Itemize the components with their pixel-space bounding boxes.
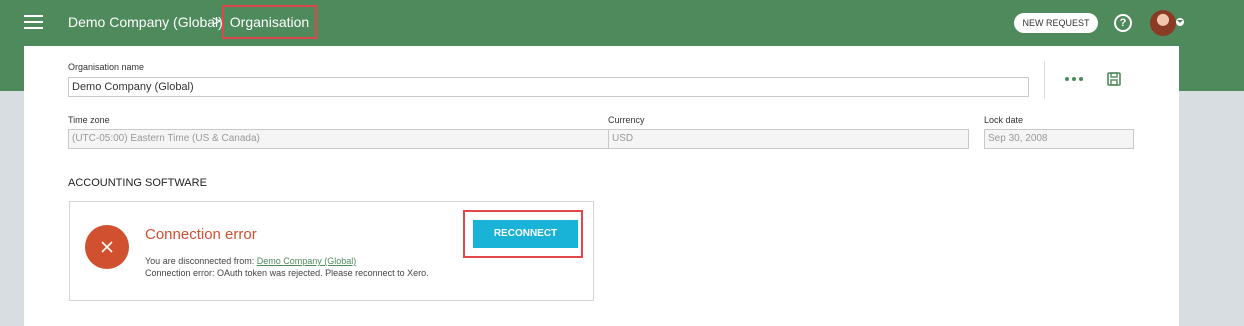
disconnected-prefix: You are disconnected from: (145, 256, 257, 266)
breadcrumb-company[interactable]: Demo Company (Global) (68, 14, 223, 30)
avatar[interactable] (1150, 10, 1176, 36)
divider (1044, 61, 1045, 99)
error-icon (85, 225, 129, 269)
currency-label: Currency (608, 115, 645, 125)
breadcrumb-current-page: Organisation (222, 5, 317, 39)
lock-date-field: Sep 30, 2008 (984, 129, 1134, 149)
hamburger-menu-icon[interactable] (24, 15, 43, 29)
currency-field: USD (608, 129, 969, 149)
accounting-software-heading: ACCOUNTING SOFTWARE (68, 177, 207, 189)
disconnected-company-link[interactable]: Demo Company (Global) (257, 256, 357, 266)
help-icon[interactable]: ? (1114, 14, 1132, 32)
timezone-label: Time zone (68, 115, 110, 125)
new-request-button[interactable]: NEW REQUEST (1014, 13, 1098, 33)
more-options-icon[interactable] (1065, 77, 1083, 83)
error-message: Connection error: OAuth token was reject… (145, 268, 429, 278)
reconnect-button[interactable]: RECONNECT (473, 220, 578, 248)
org-name-input[interactable]: Demo Company (Global) (68, 77, 1029, 97)
disconnected-text: You are disconnected from: Demo Company … (145, 256, 356, 266)
lock-date-label: Lock date (984, 115, 1024, 125)
save-icon[interactable] (1107, 72, 1121, 86)
connection-error-title: Connection error (145, 226, 257, 243)
timezone-field: (UTC-05:00) Eastern Time (US & Canada) (68, 129, 622, 149)
chevron-down-icon[interactable] (1176, 18, 1184, 26)
org-name-label: Organisation name (68, 62, 145, 72)
breadcrumb-separator-icon: > (212, 13, 221, 30)
